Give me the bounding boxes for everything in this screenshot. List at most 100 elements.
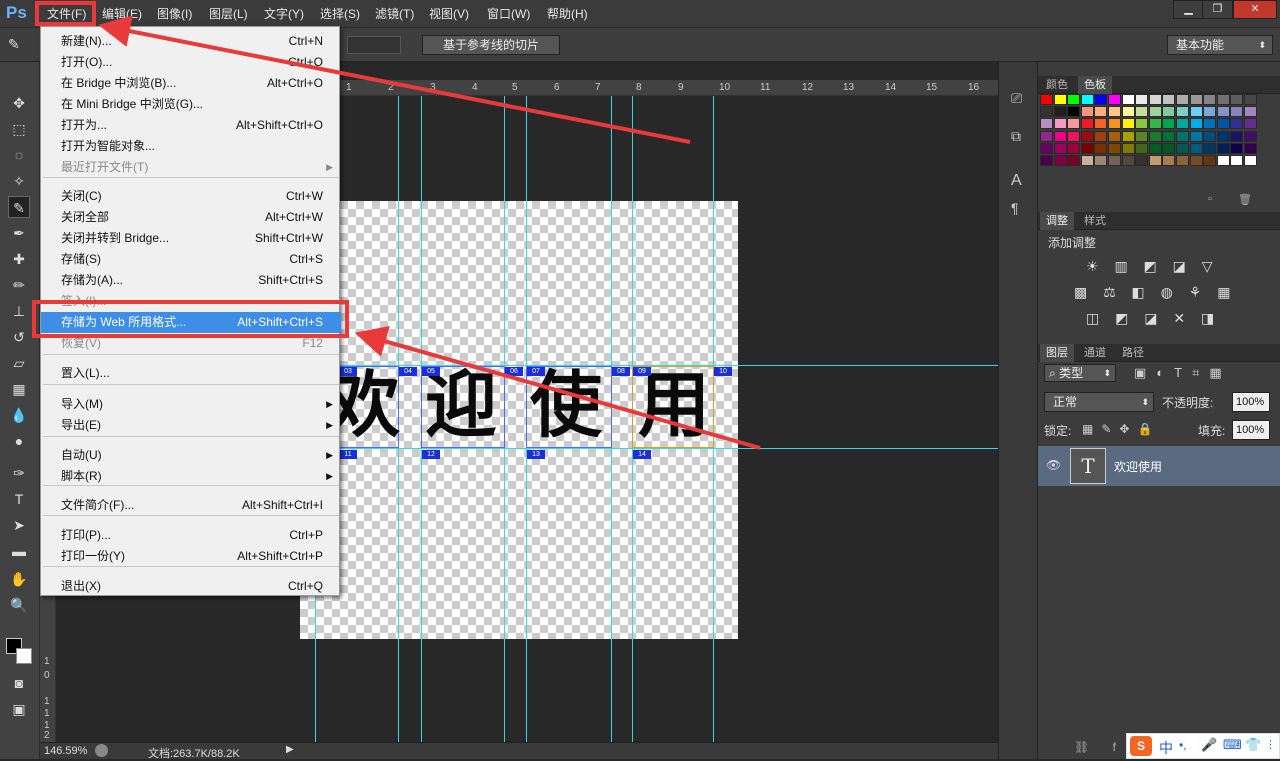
color-swatch[interactable]: [1135, 106, 1149, 118]
color-swatch[interactable]: [1162, 155, 1176, 166]
color-swatch[interactable]: [1148, 130, 1162, 142]
adjustment-row-1[interactable]: ☀ ▥ ◩ ◪ ▽: [1086, 258, 1219, 275]
keyboard-icon[interactable]: ⌨: [1223, 737, 1242, 753]
color-swatch[interactable]: [1148, 106, 1162, 118]
color-swatch[interactable]: [1053, 118, 1067, 130]
menu-item[interactable]: 在 Mini Bridge 中浏览(G)...: [41, 94, 341, 115]
color-swatch[interactable]: [1080, 155, 1094, 166]
menu-layer[interactable]: 图层(L): [209, 0, 248, 28]
menu-view[interactable]: 视图(V): [429, 0, 469, 28]
color-swatch[interactable]: [1067, 142, 1081, 154]
menu-item[interactable]: 导入(M) ▶: [41, 394, 341, 415]
color-swatch[interactable]: [1244, 106, 1257, 118]
color-swatch[interactable]: [1108, 142, 1121, 154]
color-swatch[interactable]: [1121, 142, 1135, 154]
color-swatch[interactable]: [1108, 106, 1121, 118]
zoom-tool-icon[interactable]: 🔍: [8, 594, 30, 616]
menu-item[interactable]: 导出(E) ▶: [41, 415, 341, 436]
color-swatch[interactable]: [1162, 106, 1176, 118]
gradient-tool-icon[interactable]: ▦: [8, 378, 30, 400]
status-arrow-icon[interactable]: ▶: [286, 744, 294, 755]
ime-menu-icon[interactable]: ⋮⋮: [1265, 738, 1280, 751]
lasso-tool-icon[interactable]: ◌: [8, 144, 30, 166]
background-color-swatch[interactable]: [16, 648, 32, 664]
color-swatch[interactable]: [1135, 118, 1149, 130]
color-swatch[interactable]: [1080, 94, 1094, 105]
tab-color[interactable]: 颜色: [1040, 76, 1074, 94]
color-swatch[interactable]: [1176, 155, 1189, 166]
menu-help[interactable]: 帮助(H): [547, 0, 588, 28]
history-panel-icon[interactable]: ⎚: [1011, 90, 1022, 107]
color-swatch[interactable]: [1094, 142, 1108, 154]
color-swatch[interactable]: [1121, 155, 1135, 166]
layer-row[interactable]: 👁 T 欢迎使用: [1038, 446, 1280, 486]
menu-item[interactable]: 关闭并转到 Bridge... Shift+Ctrl+W: [41, 228, 341, 249]
menu-item[interactable]: 打开为智能对象...: [41, 136, 341, 157]
menu-select[interactable]: 选择(S): [320, 0, 360, 28]
color-swatch[interactable]: [1203, 155, 1217, 166]
color-swatch[interactable]: [1203, 94, 1217, 105]
menu-window[interactable]: 窗口(W): [487, 0, 530, 28]
color-swatch[interactable]: [1121, 94, 1135, 105]
color-swatch[interactable]: [1162, 94, 1176, 105]
color-swatch[interactable]: [1189, 130, 1203, 142]
menu-item[interactable]: 打印一份(Y) Alt+Shift+Ctrl+P: [41, 546, 341, 567]
slice-tool-icon[interactable]: ✎: [8, 36, 24, 52]
color-swatch[interactable]: [1108, 155, 1121, 166]
pen-tool-icon[interactable]: ✑: [8, 462, 30, 484]
eraser-tool-icon[interactable]: ▱: [8, 352, 30, 374]
shape-tool-icon[interactable]: ▬: [8, 540, 30, 562]
color-swatch[interactable]: [1094, 106, 1108, 118]
adjustment-row-3[interactable]: ◫ ◩ ◪ ✕ ◨: [1086, 310, 1220, 327]
marquee-tool-icon[interactable]: ⬚: [8, 118, 30, 140]
color-swatch[interactable]: [1135, 130, 1149, 142]
menu-item[interactable]: 新建(N)... Ctrl+N: [41, 31, 341, 52]
layer-name[interactable]: 欢迎使用: [1114, 458, 1162, 475]
menu-item[interactable]: 自动(U) ▶: [41, 445, 341, 466]
move-tool-icon[interactable]: ✥: [8, 92, 30, 114]
tab-paths[interactable]: 路径: [1116, 344, 1150, 362]
color-swatch[interactable]: [1148, 118, 1162, 130]
ime-logo[interactable]: S: [1130, 736, 1152, 756]
opacity-field[interactable]: 100%: [1232, 392, 1270, 412]
history-brush-icon[interactable]: ↺: [8, 326, 30, 348]
blend-mode-select[interactable]: 正常 ⬍: [1044, 392, 1154, 412]
character-panel-icon[interactable]: A: [1011, 172, 1022, 190]
height-field[interactable]: [347, 36, 401, 54]
color-swatch[interactable]: [1244, 142, 1257, 154]
healing-tool-icon[interactable]: ✚: [8, 248, 30, 270]
menu-item[interactable]: 关闭(C) Ctrl+W: [41, 186, 341, 207]
menu-item[interactable]: 在 Bridge 中浏览(B)... Alt+Ctrl+O: [41, 73, 341, 94]
color-swatch[interactable]: [1080, 118, 1094, 130]
menu-edit[interactable]: 编辑(E): [102, 0, 142, 28]
color-swatch[interactable]: [1108, 130, 1121, 142]
menu-item[interactable]: 打开为... Alt+Shift+Ctrl+O: [41, 115, 341, 136]
color-swatch[interactable]: [1216, 118, 1230, 130]
menu-item[interactable]: 存储为(A)... Shift+Ctrl+S: [41, 270, 341, 291]
menu-item[interactable]: 脚本(R) ▶: [41, 466, 341, 487]
color-swatch[interactable]: [1067, 130, 1081, 142]
blur-tool-icon[interactable]: 💧: [8, 404, 30, 426]
skin-icon[interactable]: 👕: [1245, 737, 1261, 753]
color-swatch[interactable]: [1244, 130, 1257, 142]
color-swatch[interactable]: [1053, 94, 1067, 105]
color-swatch[interactable]: [1162, 118, 1176, 130]
tab-swatches[interactable]: 色板: [1078, 76, 1112, 94]
color-swatch[interactable]: [1148, 142, 1162, 154]
color-swatch[interactable]: [1216, 106, 1230, 118]
menu-image[interactable]: 图像(I): [157, 0, 192, 28]
menu-item[interactable]: 置入(L)...: [41, 363, 341, 384]
lock-icons[interactable]: ▦✎✥🔒: [1082, 422, 1160, 436]
color-swatch[interactable]: [1162, 130, 1176, 142]
color-swatch[interactable]: [1053, 155, 1067, 166]
new-swatch-icon[interactable]: ▫: [1208, 193, 1212, 205]
layer-filter-icons[interactable]: ▣◐T⌗▦: [1134, 365, 1232, 381]
color-swatch[interactable]: [1189, 106, 1203, 118]
color-swatch[interactable]: [1135, 142, 1149, 154]
color-swatch[interactable]: [1135, 155, 1149, 166]
color-swatch[interactable]: [1040, 94, 1053, 105]
color-swatch[interactable]: [1244, 94, 1257, 105]
color-swatch[interactable]: [1080, 142, 1094, 154]
color-swatch[interactable]: [1040, 130, 1053, 142]
color-swatch[interactable]: [1040, 118, 1053, 130]
